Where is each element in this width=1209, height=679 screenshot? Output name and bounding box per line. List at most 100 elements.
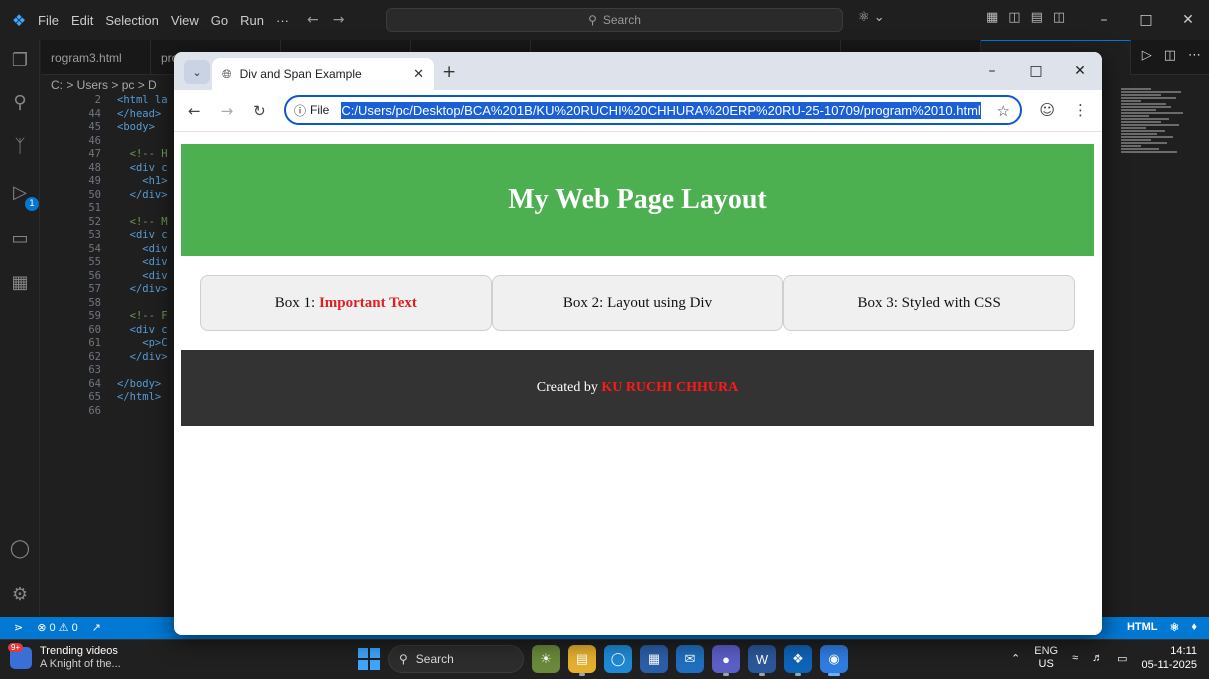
menu-file[interactable]: File <box>38 11 59 30</box>
code-line[interactable]: </div> <box>117 189 168 203</box>
toggle-sidebar-icon[interactable]: ◫ <box>1008 10 1020 25</box>
forward-arrow-icon[interactable]: → <box>221 102 234 120</box>
menu-edit[interactable]: Edit <box>71 11 93 30</box>
code-line[interactable]: <h1> <box>117 175 167 189</box>
code-line[interactable] <box>117 297 168 311</box>
back-arrow-icon[interactable]: ← <box>188 102 201 120</box>
profile-avatar-icon[interactable]: ☺ <box>1039 101 1055 119</box>
more-actions-icon[interactable]: ⋯ <box>1188 48 1201 63</box>
explorer-icon[interactable]: ❐ <box>0 42 40 78</box>
code-line[interactable] <box>117 364 168 378</box>
show-hidden-icons-icon[interactable]: ⌃ <box>1011 652 1020 665</box>
bookmark-star-icon[interactable]: ☆ <box>997 102 1010 120</box>
search-icon[interactable]: ⚲ <box>0 84 40 120</box>
code-line[interactable] <box>117 202 168 216</box>
source-control-icon[interactable]: ᛉ <box>0 128 40 164</box>
code-line[interactable]: </head> <box>117 108 168 122</box>
teams-icon[interactable]: ● <box>712 645 740 676</box>
microsoft-store-icon[interactable]: ▦ <box>640 645 668 673</box>
clock[interactable]: 14:11 05-11-2025 <box>1142 644 1197 672</box>
outlook-icon[interactable]: ✉ <box>676 645 704 673</box>
chrome-taskbar-icon[interactable]: ◉ <box>820 645 848 676</box>
extensions-icon[interactable]: ▦ <box>0 264 40 300</box>
code-line[interactable]: <div <box>117 270 167 284</box>
code-line[interactable]: <p>C <box>117 337 167 351</box>
forward-arrow-icon[interactable]: → <box>333 12 345 28</box>
back-arrow-icon[interactable]: ← <box>307 12 319 28</box>
port-forward-icon[interactable]: ↗ <box>92 621 101 634</box>
close-icon[interactable]: ✕ <box>1058 52 1102 90</box>
menu-more[interactable]: ··· <box>276 11 289 30</box>
minimap-line <box>1121 133 1157 135</box>
new-tab-plus-icon[interactable]: + <box>442 62 456 82</box>
code-text[interactable]: <html la </head> <body> <!-- H <div c <h1>… <box>117 94 168 418</box>
minimize-icon[interactable]: – <box>1083 0 1125 40</box>
maximize-icon[interactable]: □ <box>1014 52 1058 90</box>
notifications-bell-icon[interactable]: ♦ <box>1191 621 1197 634</box>
menu-view[interactable]: View <box>171 11 199 30</box>
minimap-line <box>1121 121 1161 123</box>
widgets-icon: 9+ <box>8 643 32 669</box>
settings-gear-icon[interactable]: ⚙ <box>0 576 40 612</box>
code-line[interactable] <box>117 405 168 419</box>
copilot-status-icon[interactable]: ⚛ <box>1170 621 1180 634</box>
windows-start-icon[interactable] <box>358 648 380 670</box>
battery-icon[interactable]: ▭ <box>1117 652 1127 665</box>
editor-tab[interactable]: rogram3.html <box>41 40 151 75</box>
code-line[interactable]: <!-- F <box>117 310 168 324</box>
code-line[interactable]: <div c <box>117 162 168 176</box>
language-mode[interactable]: HTML <box>1127 621 1158 634</box>
code-line[interactable]: <!-- M <box>117 216 168 230</box>
vscode-taskbar-icon[interactable]: ❖ <box>784 645 812 676</box>
word-icon[interactable]: W <box>748 645 776 676</box>
reload-icon[interactable]: ↻ <box>253 102 266 120</box>
code-line[interactable]: </body> <box>117 378 168 392</box>
menu-selection[interactable]: Selection <box>105 11 158 30</box>
code-line[interactable] <box>117 135 168 149</box>
close-tab-icon[interactable]: ✕ <box>413 66 424 82</box>
url-text[interactable]: C:/Users/pc/Desktop/BCA%201B/KU%20RUCHI%… <box>341 101 981 119</box>
tab-search-icon[interactable]: ⌄ <box>184 60 210 84</box>
breadcrumb[interactable]: C: > Users > pc > D <box>51 78 157 92</box>
account-icon[interactable]: ◯ <box>0 530 40 566</box>
code-line[interactable]: <!-- H <box>117 148 168 162</box>
volume-icon[interactable]: ♬ <box>1092 652 1103 664</box>
copilot-app-icon[interactable]: ☀ <box>532 645 560 673</box>
copilot-icon[interactable]: ⚛ ⌄ <box>858 10 885 25</box>
remote-explorer-icon[interactable]: ▭ <box>0 220 40 256</box>
code-line[interactable]: </div> <box>117 351 168 365</box>
taskbar-search[interactable]: ⚲ Search <box>388 645 524 673</box>
code-line[interactable]: </div> <box>117 283 168 297</box>
problems-count[interactable]: ⊗ 0 ⚠ 0 <box>37 621 77 634</box>
code-line[interactable]: <div <box>117 256 167 270</box>
layout-customize-icon[interactable]: ▦ <box>986 10 998 25</box>
toggle-panel-icon[interactable]: ▤ <box>1031 10 1043 25</box>
input-language[interactable]: ENG US <box>1034 645 1058 671</box>
code-line[interactable]: <div c <box>117 324 168 338</box>
menu-run[interactable]: Run <box>240 11 264 30</box>
vscode-command-search[interactable]: ⚲ Search <box>386 8 843 32</box>
minimap-line <box>1121 97 1176 99</box>
minimap[interactable] <box>1121 88 1189 178</box>
code-line[interactable]: <html la <box>117 94 168 108</box>
minimize-icon[interactable]: – <box>970 52 1014 90</box>
browser-tab[interactable]: 🌐︎ Div and Span Example ✕ <box>212 58 434 90</box>
widgets-button[interactable]: 9+ Trending videos A Knight of the... <box>8 643 121 671</box>
menu-go[interactable]: Go <box>211 11 228 30</box>
toggle-secondary-sidebar-icon[interactable]: ◫ <box>1053 10 1065 25</box>
run-file-icon[interactable]: ▷ <box>1142 48 1152 63</box>
code-line[interactable]: <body> <box>117 121 168 135</box>
chrome-menu-icon[interactable]: ⋮ <box>1073 101 1088 119</box>
split-editor-icon[interactable]: ◫ <box>1164 48 1176 63</box>
file-explorer-icon[interactable]: ▤ <box>568 645 596 676</box>
site-info-chip[interactable]: ⓘ File <box>294 102 329 119</box>
remote-indicator-icon[interactable]: ⋗ <box>14 621 23 634</box>
wifi-icon[interactable]: ≈ <box>1072 652 1078 664</box>
edge-browser-icon[interactable]: ◯ <box>604 645 632 673</box>
maximize-icon[interactable]: □ <box>1125 0 1167 40</box>
address-bar[interactable]: ⓘ File C:/Users/pc/Desktop/BCA%201B/KU%2… <box>284 95 1022 125</box>
code-line[interactable]: <div <box>117 243 167 257</box>
code-line[interactable]: <div c <box>117 229 168 243</box>
code-line[interactable]: </html> <box>117 391 168 405</box>
close-icon[interactable]: ✕ <box>1167 0 1209 40</box>
